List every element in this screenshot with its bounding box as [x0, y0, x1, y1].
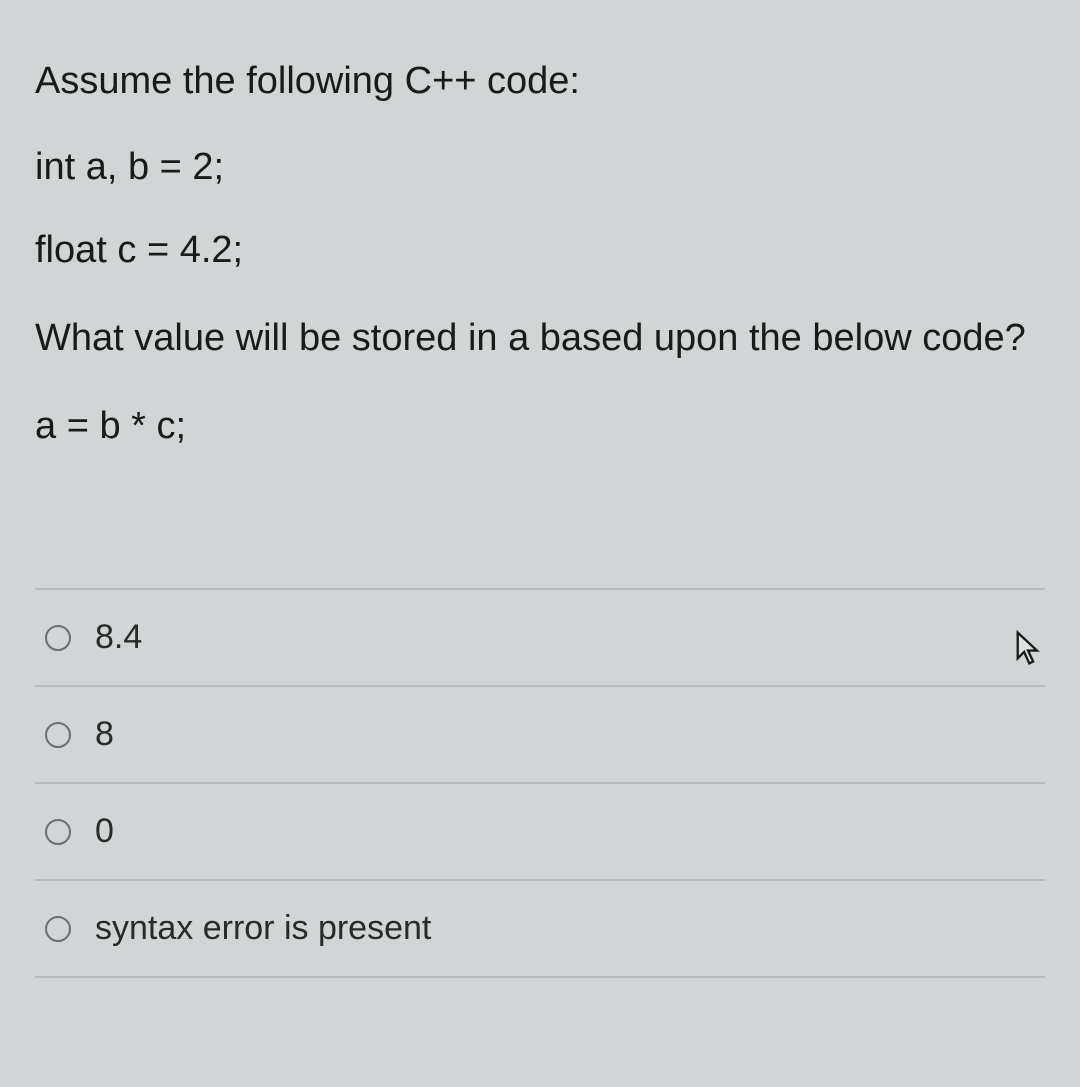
option-label: 0 — [95, 812, 114, 851]
option-label: 8.4 — [95, 618, 142, 657]
code-expression: a = b * c; — [35, 405, 1045, 448]
radio-icon — [45, 625, 71, 651]
option-label: syntax error is present — [95, 909, 431, 948]
radio-icon — [45, 722, 71, 748]
option-1[interactable]: 8.4 — [35, 590, 1045, 687]
radio-icon — [45, 916, 71, 942]
code-line-2: float c = 4.2; — [35, 229, 1045, 272]
option-4[interactable]: syntax error is present — [35, 881, 1045, 978]
quiz-container: Assume the following C++ code: int a, b … — [0, 0, 1080, 978]
cursor-icon — [1014, 630, 1042, 666]
option-3[interactable]: 0 — [35, 784, 1045, 881]
option-2[interactable]: 8 — [35, 687, 1045, 784]
code-line-1: int a, b = 2; — [35, 146, 1045, 189]
option-label: 8 — [95, 715, 114, 754]
question-prompt: What value will be stored in a based upo… — [35, 312, 1045, 365]
radio-icon — [45, 819, 71, 845]
question-intro: Assume the following C++ code: — [35, 55, 1045, 108]
options-list: 8.4 8 0 syntax error is present — [35, 588, 1045, 978]
